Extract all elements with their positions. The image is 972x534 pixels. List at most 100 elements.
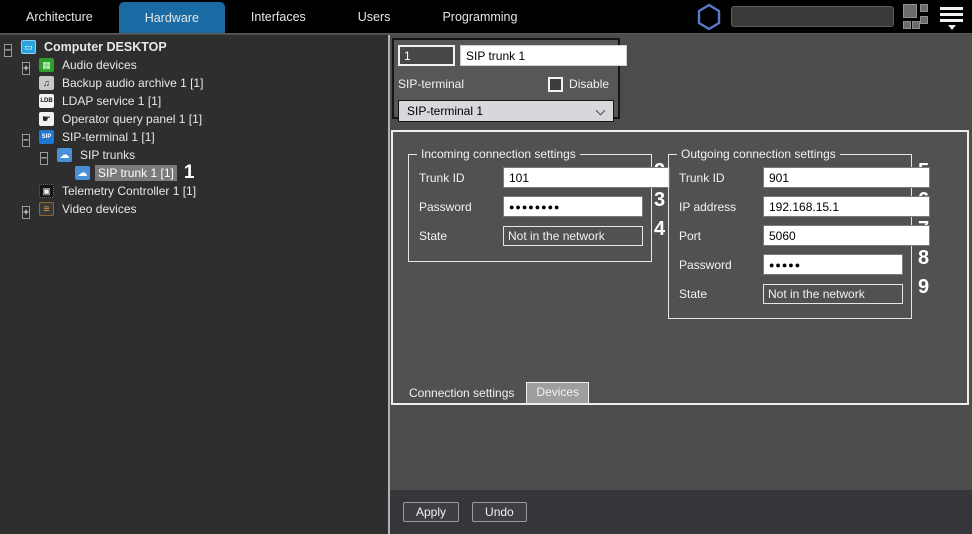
computer-icon: ▭ xyxy=(21,40,36,54)
field-label: State xyxy=(679,287,763,301)
collapse-toggle-icon[interactable]: − xyxy=(4,44,12,57)
password-field[interactable] xyxy=(763,254,903,275)
tree-item-label: SIP-terminal 1 [1] xyxy=(59,129,158,145)
hamburger-menu-icon[interactable] xyxy=(940,4,964,30)
expand-slot xyxy=(22,96,34,107)
trunk-editor-head: SIP-terminal Disable SIP-terminal 1 xyxy=(392,38,620,119)
menu-item-programming[interactable]: Programming xyxy=(416,0,543,33)
sip-terminal-label: SIP-terminal xyxy=(398,77,464,91)
expand-slot: − xyxy=(4,42,16,53)
sip-terminal-icon: SIP xyxy=(39,130,54,144)
action-bar: Apply Undo xyxy=(390,490,972,534)
trunk-id-field[interactable] xyxy=(503,167,670,188)
tab-devices[interactable]: Devices xyxy=(526,382,589,403)
tree-item[interactable]: ▣ Telemetry Controller 1 [1] xyxy=(0,182,388,200)
tree-item[interactable]: −▭ Computer DESKTOP xyxy=(0,38,388,56)
tree-item-label: Operator query panel 1 [1] xyxy=(59,111,205,127)
field-row: Port xyxy=(679,225,903,246)
tree-item[interactable]: ☛ Operator query panel 1 [1] xyxy=(0,110,388,128)
trunk-name-field[interactable] xyxy=(460,45,627,66)
tree-item-label: Computer DESKTOP xyxy=(41,39,170,55)
field-row: Password xyxy=(679,254,903,275)
backup-archive-icon: ♫ xyxy=(39,76,54,90)
collapse-toggle-icon[interactable]: − xyxy=(22,134,30,147)
disable-checkbox[interactable] xyxy=(548,77,563,92)
expand-slot xyxy=(58,168,70,179)
state-readonly-field: Not in the network xyxy=(763,284,903,304)
operator-panel-icon: ☛ xyxy=(39,112,54,126)
ldap-icon: LDB xyxy=(39,94,54,108)
tree-item-label: LDAP service 1 [1] xyxy=(59,93,164,109)
callout-number: 9 xyxy=(918,276,942,299)
grid-layout-icon[interactable] xyxy=(903,4,931,30)
video-devices-icon: ≡ xyxy=(39,202,54,216)
callout-number: 1 xyxy=(184,162,195,184)
callout-number: 8 xyxy=(918,247,942,270)
port-field[interactable] xyxy=(763,225,930,246)
expand-slot: + xyxy=(22,204,34,215)
app-window: ArchitectureHardwareInterfacesUsersProgr… xyxy=(0,0,972,534)
top-menu-bar: ArchitectureHardwareInterfacesUsersProgr… xyxy=(0,0,972,34)
detail-pane: SIP-terminal Disable SIP-terminal 1 Conn… xyxy=(390,35,972,534)
tree-item-label: Telemetry Controller 1 [1] xyxy=(59,183,199,199)
fieldset-legend: Incoming connection settings xyxy=(417,147,580,161)
audio-devices-icon: ▦ xyxy=(39,58,54,72)
tab-connection-settings[interactable]: Connection settings xyxy=(402,384,521,403)
menu-item-architecture[interactable]: Architecture xyxy=(0,0,119,33)
expand-toggle-icon[interactable]: + xyxy=(22,206,30,219)
tree-item-label: SIP trunk 1 [1] xyxy=(95,165,177,181)
menu-item-users[interactable]: Users xyxy=(332,0,417,33)
sip-trunks-icon: ☁ xyxy=(57,148,72,162)
sip-terminal-select[interactable]: SIP-terminal 1 xyxy=(398,100,614,122)
sip-terminal-selected-value: SIP-terminal 1 xyxy=(407,104,483,118)
device-tree-panel: −▭Computer DESKTOP+▦Audio devices♫Backup… xyxy=(0,35,388,534)
tree-item-label: Backup audio archive 1 [1] xyxy=(59,75,206,91)
search-input[interactable] xyxy=(731,6,894,27)
field-label: State xyxy=(419,229,503,243)
tree-item[interactable]: LDB LDAP service 1 [1] xyxy=(0,92,388,110)
menu-item-interfaces[interactable]: Interfaces xyxy=(225,0,332,33)
expand-slot: + xyxy=(22,60,34,71)
tree-item[interactable]: −SIP SIP-terminal 1 [1] xyxy=(0,128,388,146)
ip-address-field[interactable] xyxy=(763,196,930,217)
sip-trunk-icon: ☁ xyxy=(75,166,90,180)
field-row: Password xyxy=(419,196,643,217)
field-label: Trunk ID xyxy=(679,171,763,185)
tree-item-label: Video devices xyxy=(59,201,140,217)
field-row: Trunk ID xyxy=(419,167,643,188)
tree-item-label: Audio devices xyxy=(59,57,140,73)
trunk-id-number-field[interactable] xyxy=(398,45,455,66)
tree-item[interactable]: ☁ SIP trunk 1 [1] 1 xyxy=(0,164,388,182)
bottom-tabs: Connection settings Devices xyxy=(402,382,589,403)
undo-button[interactable]: Undo xyxy=(472,502,527,522)
tree-item-label: SIP trunks xyxy=(77,147,138,163)
apply-button[interactable]: Apply xyxy=(403,502,459,522)
expand-slot xyxy=(22,186,34,197)
trunk-id-field[interactable] xyxy=(763,167,930,188)
field-row: StateNot in the network xyxy=(419,225,643,246)
field-row: Trunk ID xyxy=(679,167,903,188)
field-label: Password xyxy=(679,258,763,272)
password-field[interactable] xyxy=(503,196,643,217)
expand-slot: − xyxy=(22,132,34,143)
device-tree: −▭Computer DESKTOP+▦Audio devices♫Backup… xyxy=(0,35,388,218)
field-row: StateNot in the network xyxy=(679,283,903,304)
menu-item-hardware[interactable]: Hardware xyxy=(119,2,225,33)
tree-item[interactable]: ♫ Backup audio archive 1 [1] xyxy=(0,74,388,92)
expand-slot xyxy=(22,114,34,125)
collapse-toggle-icon[interactable]: − xyxy=(40,152,48,165)
field-label: IP address xyxy=(679,200,763,214)
tree-item[interactable]: + ≡ Video devices xyxy=(0,200,388,218)
tree-item[interactable]: + ▦ Audio devices xyxy=(0,56,388,74)
field-label: Port xyxy=(679,229,763,243)
fieldset-incoming: Incoming connection settingsTrunk IDPass… xyxy=(408,154,652,262)
field-label: Password xyxy=(419,200,503,214)
field-row: IP address xyxy=(679,196,903,217)
expand-slot: − xyxy=(40,150,52,161)
connection-settings-panel: Connection settingsDevices 234Incoming c… xyxy=(391,130,969,405)
field-label: Trunk ID xyxy=(419,171,503,185)
chevron-down-icon xyxy=(596,106,606,116)
telemetry-icon: ▣ xyxy=(39,184,54,198)
expand-toggle-icon[interactable]: + xyxy=(22,62,30,75)
fieldset-outgoing: Outgoing connection settingsTrunk IDIP a… xyxy=(668,154,912,319)
